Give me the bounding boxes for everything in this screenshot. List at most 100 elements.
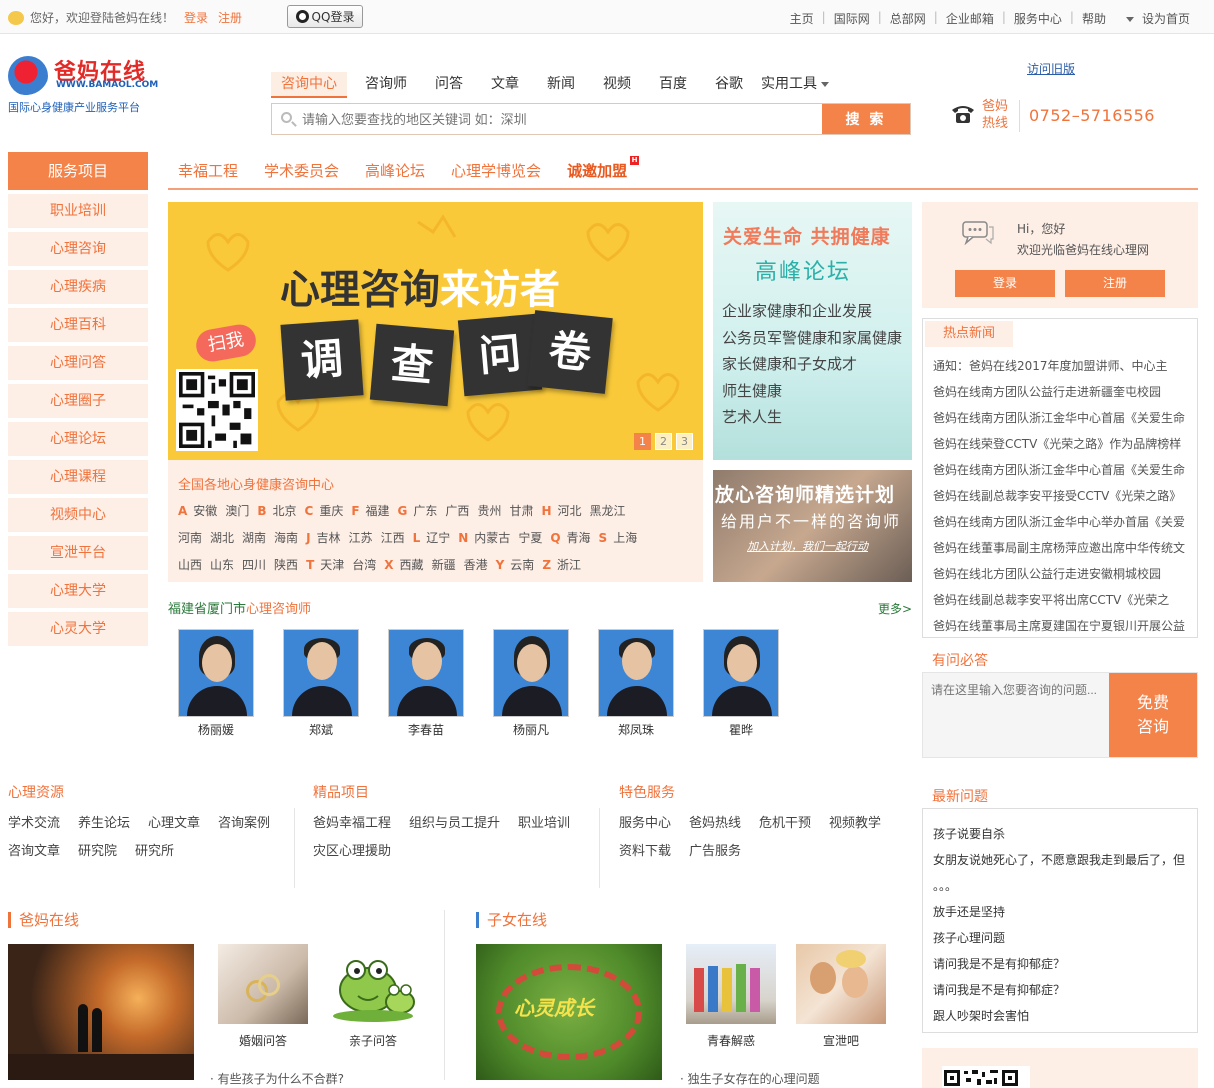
counselor-card[interactable]: 郑凤珠: [598, 629, 674, 738]
tab-article[interactable]: 文章: [481, 72, 529, 98]
bottom-right-article[interactable]: · 独生子女存在的心理问题: [680, 1070, 820, 1087]
subnav-academic[interactable]: 学术委员会: [254, 152, 355, 188]
top-link-mail[interactable]: 企业邮箱: [938, 10, 1002, 27]
counselor-card[interactable]: 杨丽媛: [178, 629, 254, 738]
vent-caption[interactable]: 宣泄吧: [796, 1032, 886, 1049]
latest-question-item[interactable]: 跟人吵架时会害怕: [933, 1003, 1193, 1029]
top-link-home[interactable]: 主页: [782, 10, 822, 27]
latest-question-item[interactable]: 请问我是不是有抑郁症？: [933, 951, 1193, 977]
resource-link[interactable]: 心理文章: [148, 816, 200, 831]
top-link-help[interactable]: 帮助: [1074, 10, 1114, 27]
region-link[interactable]: 湖北: [210, 531, 234, 545]
latest-question-item[interactable]: 孩子心理问题: [933, 925, 1193, 951]
hot-news-item[interactable]: 爸妈在线南方团队浙江金华中心举办首届《关爱: [933, 509, 1191, 535]
couple-sunset-image[interactable]: [8, 944, 194, 1080]
hot-news-item[interactable]: 爸妈在线副总裁李安平接受CCTV《光荣之路》: [933, 483, 1191, 509]
marriage-qa-caption[interactable]: 婚姻问答: [218, 1032, 308, 1049]
user-register-button[interactable]: 注册: [1065, 270, 1165, 297]
old-version-link[interactable]: 访问旧版: [1027, 60, 1075, 77]
counselor-card[interactable]: 郑斌: [283, 629, 359, 738]
subnav-summit[interactable]: 高峰论坛: [355, 152, 441, 188]
parenting-qa-caption[interactable]: 亲子问答: [328, 1032, 418, 1049]
plan-ad[interactable]: 放心咨询师精选计划 给用户不一样的咨询师 加入计划，我们一起行动: [713, 470, 912, 582]
tab-counselor[interactable]: 咨询师: [355, 72, 417, 98]
counselor-card[interactable]: 李春苗: [388, 629, 464, 738]
region-link[interactable]: 宁夏: [518, 531, 542, 545]
region-link[interactable]: 湖南: [242, 531, 266, 545]
user-login-button[interactable]: 登录: [955, 270, 1055, 297]
region-link[interactable]: 江苏: [349, 531, 373, 545]
service-item[interactable]: 心理圈子: [8, 384, 148, 418]
service-item[interactable]: 职业培训: [8, 194, 148, 228]
resource-link[interactable]: 视频教学: [829, 816, 881, 831]
region-link[interactable]: 广西: [445, 504, 469, 518]
carousel-page-2[interactable]: 2: [655, 433, 672, 450]
top-link-hq[interactable]: 总部网: [882, 10, 934, 27]
subnav-join[interactable]: 诚邀加盟 H: [557, 152, 643, 188]
region-link[interactable]: 北京: [272, 504, 296, 518]
service-item[interactable]: 心理论坛: [8, 422, 148, 456]
search-button[interactable]: 搜 索: [822, 104, 910, 134]
region-link[interactable]: 黑龙江: [590, 504, 626, 518]
resource-link[interactable]: 职业培训: [518, 816, 570, 831]
region-link[interactable]: 西藏: [400, 558, 424, 572]
forum-ad[interactable]: 关爱生命 共拥健康 高峰论坛 企业家健康和企业发展 公务员军警健康和家属健康 家…: [713, 202, 912, 460]
counselor-card[interactable]: 杨丽凡: [493, 629, 569, 738]
region-link[interactable]: 香港: [464, 558, 488, 572]
latest-question-item[interactable]: 放手还是坚持: [933, 899, 1193, 925]
resource-link[interactable]: 养生论坛: [78, 816, 130, 831]
resource-link[interactable]: 研究所: [135, 844, 174, 859]
banner-carousel[interactable]: 心理咨询来访者 调 查 问 卷 扫我 1 2 3: [168, 202, 703, 460]
hot-news-item[interactable]: 爸妈在线董事局副主席杨萍应邀出席中华传统文: [933, 535, 1191, 561]
region-link[interactable]: 山西: [178, 558, 202, 572]
region-link[interactable]: 重庆: [319, 504, 343, 518]
region-link[interactable]: 海南: [274, 531, 298, 545]
resource-link[interactable]: 爸妈热线: [689, 816, 741, 831]
search-input[interactable]: [272, 104, 824, 134]
hot-news-item[interactable]: 爸妈在线荣登CCTV《光荣之路》作为品牌榜样: [933, 431, 1191, 457]
wedding-rings-image[interactable]: [218, 944, 308, 1024]
resource-link[interactable]: 研究院: [78, 844, 117, 859]
hot-news-item[interactable]: 爸妈在线南方团队浙江金华中心首届《关爱生命: [933, 405, 1191, 431]
service-item[interactable]: 心理课程: [8, 460, 148, 494]
region-link[interactable]: 甘肃: [509, 504, 533, 518]
more-link[interactable]: 更多>: [878, 600, 912, 617]
resource-link[interactable]: 咨询案例: [218, 816, 270, 831]
region-link[interactable]: 内蒙古: [474, 531, 510, 545]
tab-consult-center[interactable]: 咨询中心: [271, 72, 347, 98]
resource-link[interactable]: 广告服务: [689, 844, 741, 859]
hot-news-item[interactable]: 爸妈在线董事局主席夏建国在宁夏银川开展公益: [933, 613, 1191, 639]
register-link[interactable]: 注册: [218, 9, 242, 26]
service-item[interactable]: 心理百科: [8, 308, 148, 342]
region-link[interactable]: 天津: [320, 558, 344, 572]
tab-baidu[interactable]: 百度: [649, 72, 697, 98]
region-link[interactable]: 辽宁: [426, 531, 450, 545]
latest-question-item[interactable]: 孩子说要自杀: [933, 821, 1193, 847]
top-link-intl[interactable]: 国际网: [826, 10, 878, 27]
carousel-page-3[interactable]: 3: [676, 433, 693, 450]
service-item[interactable]: 宣泄平台: [8, 536, 148, 570]
hot-news-tab[interactable]: 热点新闻: [925, 321, 1013, 347]
login-link[interactable]: 登录: [184, 9, 208, 26]
free-consult-button[interactable]: 免费咨询: [1109, 673, 1197, 757]
region-link[interactable]: 新疆: [432, 558, 456, 572]
spiritual-growth-image[interactable]: 心灵成长: [476, 944, 662, 1080]
region-link[interactable]: 青海: [567, 531, 591, 545]
tab-qa[interactable]: 问答: [425, 72, 473, 98]
tab-google[interactable]: 谷歌: [705, 72, 753, 98]
carousel-page-1[interactable]: 1: [634, 433, 651, 450]
youth-guidance-caption[interactable]: 青春解惑: [686, 1032, 776, 1049]
region-link[interactable]: 福建: [366, 504, 390, 518]
top-link-service[interactable]: 服务中心: [1006, 10, 1070, 27]
resource-link[interactable]: 组织与员工提升: [409, 816, 500, 831]
region-link[interactable]: 浙江: [557, 558, 581, 572]
service-item[interactable]: 心理咨询: [8, 232, 148, 266]
resource-link[interactable]: 学术交流: [8, 816, 60, 831]
logo-heart-icon[interactable]: [8, 56, 48, 96]
region-link[interactable]: 上海: [613, 531, 637, 545]
region-link[interactable]: 安徽: [193, 504, 217, 518]
latest-question-item[interactable]: 请问我是不是有抑郁症？: [933, 977, 1193, 1003]
region-link[interactable]: 河南: [178, 531, 202, 545]
resource-link[interactable]: 资料下载: [619, 844, 671, 859]
teens-image[interactable]: [686, 944, 776, 1024]
